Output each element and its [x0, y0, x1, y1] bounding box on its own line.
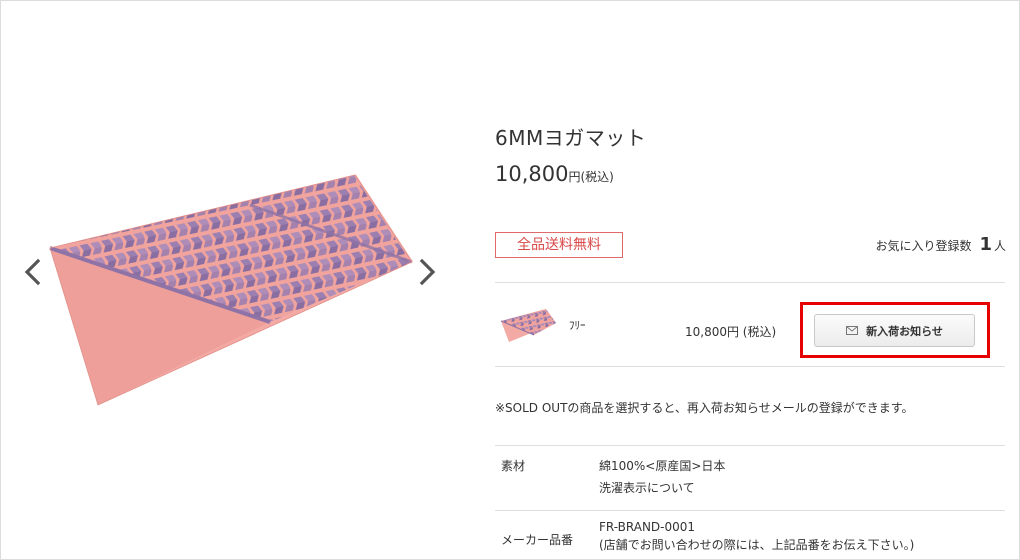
divider: [495, 366, 1005, 367]
favorite-count: お気に入り登録数 1 人: [875, 234, 1006, 255]
laundry-info-link[interactable]: 洗濯表示について: [599, 481, 695, 495]
restock-notify-button[interactable]: 新入荷お知らせ: [814, 314, 975, 347]
product-price: 10,800円(税込): [495, 162, 614, 186]
divider: [495, 445, 1005, 446]
variant-size: ﾌﾘｰ: [569, 319, 586, 332]
spec-value-text: 綿100%<原産国>日本: [599, 459, 726, 473]
mail-icon: [846, 326, 859, 335]
price-unit: 円(税込): [568, 170, 614, 184]
maker-code: FR-BRAND-0001: [599, 520, 696, 534]
maker-code-note: (店舗でお問い合わせの際には、上記品番をお伝え下さい。): [599, 538, 915, 552]
soldout-note: ※SOLD OUTの商品を選択すると、再入荷お知らせメールの登録ができます。: [495, 401, 914, 415]
variant-thumbnail: [500, 309, 556, 342]
price-value: 10,800: [495, 162, 569, 186]
spec-label: 素材: [501, 459, 526, 473]
spec-value: 綿100%<原産国>日本 洗濯表示について: [599, 455, 725, 499]
divider: [495, 282, 1005, 283]
spec-value: FR-BRAND-0001 (店舗でお問い合わせの際には、上記品番をお伝え下さい…: [599, 518, 914, 554]
spec-row-material: 素材 綿100%<原産国>日本 洗濯表示について: [495, 453, 1005, 510]
favorite-label: お気に入り登録数: [875, 239, 972, 253]
favorite-unit: 人: [993, 239, 1006, 253]
restock-notify-label: 新入荷お知らせ: [866, 324, 943, 338]
product-image[interactable]: [40, 170, 420, 410]
chevron-right-icon[interactable]: [416, 255, 438, 289]
free-shipping-badge: 全品送料無料: [495, 232, 623, 258]
spec-label: メーカー品番: [501, 533, 574, 547]
divider: [495, 510, 1005, 511]
favorite-count-number: 1: [979, 234, 992, 255]
product-gallery: [0, 150, 470, 410]
product-title: 6MMヨガマット: [495, 126, 647, 150]
spec-row-maker-code: メーカー品番 FR-BRAND-0001 (店舗でお問い合わせの際には、上記品番…: [495, 516, 1005, 560]
variant-price: 10,800円 (税込): [685, 325, 777, 339]
